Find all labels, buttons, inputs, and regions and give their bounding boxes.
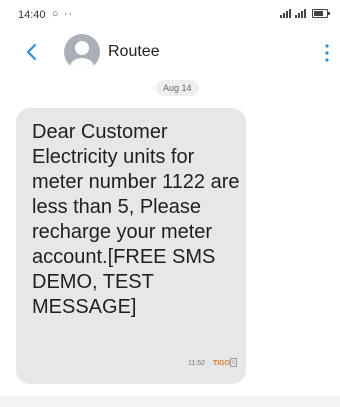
- status-indicators: [280, 9, 330, 18]
- message-text: Dear Customer Electricity units for mete…: [32, 121, 240, 318]
- battery-icon: [312, 9, 330, 18]
- back-button[interactable]: [22, 42, 42, 62]
- contact-avatar[interactable]: [64, 34, 100, 70]
- message-bubble[interactable]: Dear Customer Electricity units for mete…: [16, 108, 246, 384]
- status-bar: 14:40 ○ ··: [0, 0, 340, 28]
- contact-name[interactable]: Routee: [108, 43, 160, 61]
- composer-area: [0, 396, 340, 407]
- signal-icon-secondary: [295, 9, 306, 18]
- status-time: 14:40: [18, 9, 46, 21]
- chevron-left-icon: [26, 43, 37, 61]
- status-notification-icons: ○ ··: [52, 8, 74, 20]
- date-separator: Aug 14: [156, 80, 199, 96]
- sim-label: TIGO: [213, 360, 231, 367]
- document-icon: [230, 358, 237, 367]
- conversation-header: Routee: [0, 30, 340, 74]
- more-vertical-icon: [325, 44, 329, 62]
- more-options-button[interactable]: [322, 42, 332, 64]
- person-icon: [70, 41, 94, 70]
- signal-icon: [280, 9, 291, 18]
- message-time: 11:52: [188, 360, 205, 367]
